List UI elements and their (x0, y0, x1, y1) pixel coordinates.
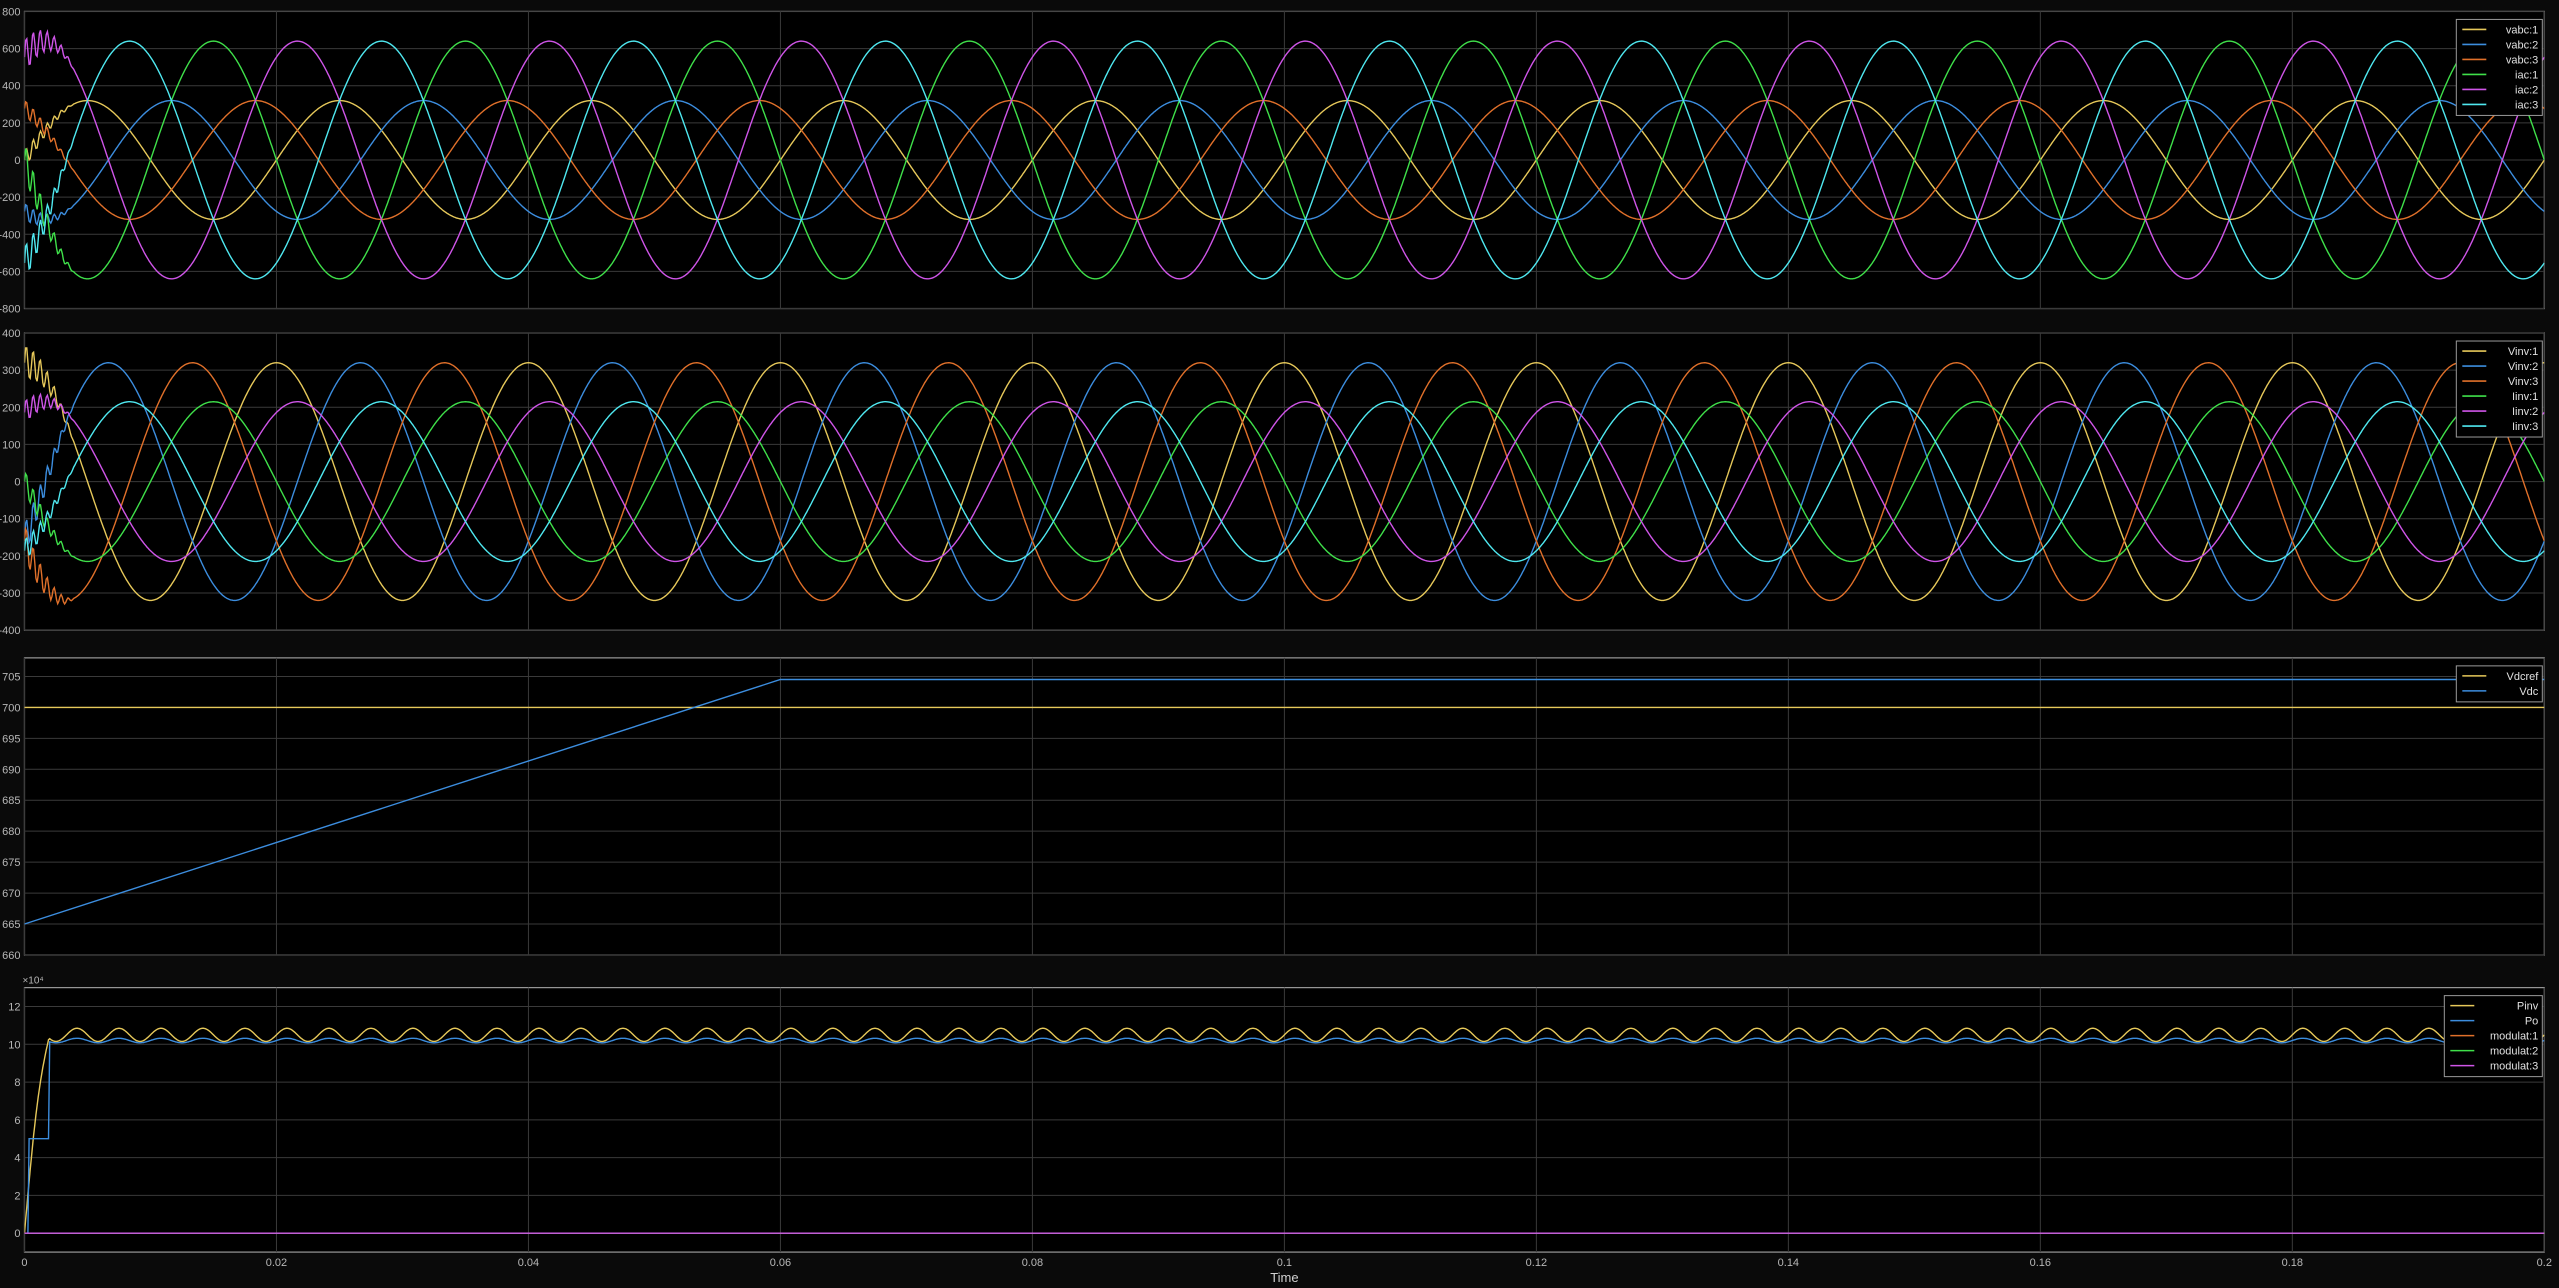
x-tick-label: 0.02 (266, 1257, 287, 1269)
y-tick-label: -200 (0, 551, 20, 563)
y-tick-label: 0 (14, 1228, 20, 1240)
x-tick-label: 0.06 (770, 1257, 791, 1269)
legend-entry: modulat:2 (2490, 1046, 2538, 1058)
y-tick-label: 400 (2, 328, 20, 340)
x-tick-label: 0.18 (2282, 1257, 2303, 1269)
y-tick-label: 690 (2, 764, 20, 776)
axes-3: 705 700 695 690 685 680 675 670 665 660 Vdcref Vdc (2, 657, 2545, 962)
y-tick-label: 200 (2, 402, 20, 414)
y-tick-label: 8 (14, 1077, 20, 1089)
y-tick-label: -400 (0, 625, 20, 637)
axes-2: 400 300 200 100 0 -100 -200 -300 -400 Vinv:1 Vinv:… (0, 328, 2545, 637)
y-tick-label: 2 (14, 1190, 20, 1202)
legend-entry: Iinv:1 (2512, 391, 2538, 403)
x-tick-label: 0.08 (1022, 1257, 1043, 1269)
legend-entry: Vdcref (2507, 671, 2540, 683)
y-tick-label: 4 (14, 1153, 20, 1165)
x-axis-label: Time (1270, 1270, 1298, 1285)
legend-entry: vabc:2 (2506, 39, 2538, 51)
y-tick-label: 300 (2, 365, 20, 377)
y-tick-label: 695 (2, 733, 20, 745)
legend-entry: Iinv:3 (2512, 421, 2538, 433)
legend-entry: Vinv:2 (2508, 361, 2538, 373)
y-tick-label: 100 (2, 439, 20, 451)
y-tick-label: 800 (2, 6, 20, 18)
axes-1: 800 600 400 200 0 -200 -400 -600 -800 vabc:1 vabc:… (0, 6, 2545, 316)
y-tick-label: 6 (14, 1115, 20, 1127)
legend-entry: Vdc (2519, 686, 2538, 698)
legend-entry: vabc:3 (2506, 54, 2538, 66)
y-tick-label: 670 (2, 888, 20, 900)
legend-entry: Vinv:1 (2508, 346, 2538, 358)
y-tick-label: -800 (0, 304, 20, 316)
y-tick-label: -600 (0, 266, 20, 278)
y-tick-label: 600 (2, 44, 20, 56)
legend-entry: Vinv:3 (2508, 376, 2538, 388)
y-multiplier-label: ×10⁴ (22, 976, 43, 987)
scope-figure: 8006004002000-200-400-600-800vabc:1vabc:… (0, 0, 2559, 1288)
legend-entry: vabc:1 (2506, 24, 2538, 36)
y-tick-label: 700 (2, 702, 20, 714)
y-tick-label: 705 (2, 671, 20, 683)
y-tick-label: 10 (8, 1039, 20, 1051)
y-tick-label: 660 (2, 950, 20, 962)
y-tick-label: 200 (2, 118, 20, 130)
legend-entry: iac:3 (2515, 99, 2538, 111)
legend-entry: Iinv:2 (2512, 406, 2538, 418)
y-tick-label: 685 (2, 795, 20, 807)
legend-entry: Po (2525, 1016, 2538, 1028)
x-tick-label: 0.12 (1526, 1257, 1547, 1269)
y-tick-label: 665 (2, 919, 20, 931)
x-tick-label: 0.2 (2537, 1257, 2552, 1269)
x-tick-label: 0.14 (1778, 1257, 1799, 1269)
y-tick-label: 400 (2, 81, 20, 93)
y-tick-label: 0 (14, 155, 20, 167)
legend-entry: modulat:3 (2490, 1061, 2538, 1073)
y-tick-label: -400 (0, 229, 20, 241)
legend-entry: iac:1 (2515, 69, 2538, 81)
y-tick-label: 12 (8, 1002, 20, 1014)
y-tick-label: 675 (2, 857, 20, 869)
legend-entry: iac:2 (2515, 84, 2538, 96)
y-tick-label: -200 (0, 192, 20, 204)
y-tick-label: 0 (14, 477, 20, 489)
x-tick-label: 0.16 (2030, 1257, 2051, 1269)
y-tick-label: -300 (0, 588, 20, 600)
legend-entry: modulat:1 (2490, 1031, 2538, 1043)
y-tick-label: 680 (2, 826, 20, 838)
x-tick-label: 0.1 (1277, 1257, 1292, 1269)
x-tick-label: 0 (21, 1257, 27, 1269)
axes-4: 12 10 8 6 4 2 0 ×10⁴ 0 0.02 0.04 0.06 0.08 0.1 0.12 0.1… (8, 976, 2552, 1285)
legend-entry: Pinv (2517, 1001, 2539, 1013)
y-tick-label: -100 (0, 514, 20, 526)
x-tick-label: 0.04 (518, 1257, 539, 1269)
